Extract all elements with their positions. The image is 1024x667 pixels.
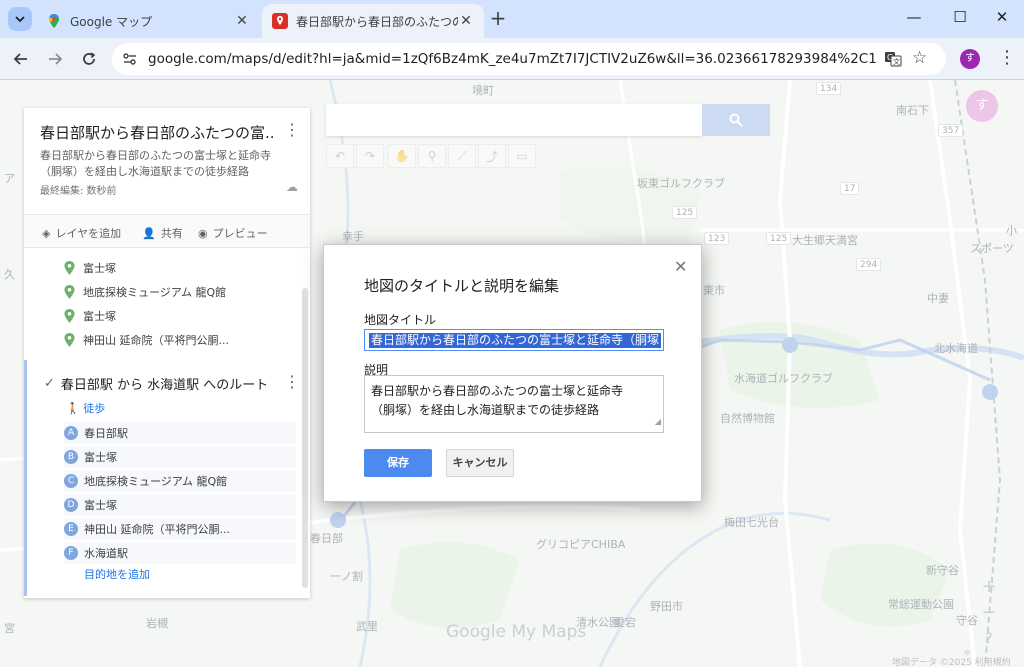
address-bar[interactable]: google.com/maps/d/edit?hl=ja&mid=1zQf6Bz…: [112, 43, 946, 75]
layer-item[interactable]: 神田山 延命院（平将門公胴...: [64, 332, 229, 348]
stop-name: 富士塚: [84, 499, 117, 512]
translate-icon[interactable]: G文: [884, 51, 902, 67]
layer-item[interactable]: 富士塚: [64, 308, 116, 324]
selected-layer-indicator: [24, 360, 27, 596]
google-maps-icon: [49, 14, 59, 28]
share-button[interactable]: 👤 共有: [142, 225, 183, 241]
route-layer-header[interactable]: ✓ 春日部駅 から 水海道駅 へのルート: [44, 374, 268, 393]
my-maps-icon: [272, 13, 288, 29]
close-window-button[interactable]: ✕: [990, 8, 1014, 30]
map-description[interactable]: 春日部駅から春日部のふたつの富士塚と延命寺（胴塚）を経由し水海道駅までの徒歩経路: [40, 148, 290, 180]
resize-handle-icon[interactable]: ◢: [655, 412, 661, 431]
new-tab-button[interactable]: +: [488, 8, 508, 28]
map-title-selected-text: 春日部駅から春日部のふたつの富士塚と延命寺（胴塚: [369, 333, 662, 348]
map-title-label: 地図タイトル: [364, 313, 437, 327]
forward-button[interactable]: [42, 46, 68, 72]
description-line: （胴塚）を経由し水海道駅までの徒歩経路: [371, 403, 600, 417]
route-stop[interactable]: B 富士塚: [64, 446, 296, 468]
travel-mode-label: 徒歩: [83, 402, 106, 415]
stop-letter: A: [64, 426, 78, 440]
tab-my-maps[interactable]: 春日部駅から春日部のふたつの富士 ✕: [262, 4, 484, 38]
route-options-icon[interactable]: ⋮: [284, 372, 300, 391]
eye-icon: ◉: [198, 226, 208, 240]
stop-letter: D: [64, 498, 78, 512]
marker-pin-icon: [64, 261, 75, 275]
cloud-saved-icon: ☁: [286, 180, 298, 194]
reload-button[interactable]: [76, 46, 102, 72]
chevron-down-icon: [15, 15, 25, 22]
browser-menu-icon[interactable]: ⋮: [998, 47, 1016, 69]
preview-button[interactable]: ◉ プレビュー: [198, 225, 268, 241]
panel-scrollbar[interactable]: [302, 288, 308, 588]
tab-title: 春日部駅から春日部のふたつの富士: [296, 14, 458, 29]
stop-letter: E: [64, 522, 78, 536]
cancel-button[interactable]: キャンセル: [446, 449, 514, 477]
map-title-input[interactable]: 春日部駅から春日部のふたつの富士塚と延命寺（胴塚: [364, 329, 664, 351]
tab-search-button[interactable]: [8, 7, 32, 31]
stop-name: 神田山 延命院（平将門公胴...: [84, 523, 230, 536]
layer-item-label: 富士塚: [83, 262, 116, 275]
close-tab-icon[interactable]: ✕: [234, 13, 250, 29]
layer-item[interactable]: 地底探検ミュージアム 龍Q館: [64, 284, 226, 300]
person-add-icon: 👤: [142, 226, 156, 240]
dialog-title: 地図のタイトルと説明を編集: [364, 277, 560, 295]
profile-avatar[interactable]: す: [960, 49, 980, 69]
walking-icon: 🚶: [66, 402, 80, 415]
arrow-left-icon: [13, 53, 27, 65]
tab-strip: Google マップ ✕ 春日部駅から春日部のふたつの富士 ✕ + — ☐ ✕: [0, 0, 1024, 38]
description-textarea[interactable]: 春日部駅から春日部のふたつの富士塚と延命寺 （胴塚）を経由し水海道駅までの徒歩経…: [364, 375, 664, 433]
tab-google-maps[interactable]: Google マップ ✕: [36, 4, 260, 38]
share-label: 共有: [160, 227, 183, 240]
stop-name: 富士塚: [84, 451, 117, 464]
route-stop[interactable]: E 神田山 延命院（平将門公胴...: [64, 518, 296, 540]
preview-label: プレビュー: [212, 227, 268, 240]
map-details-panel: 春日部駅から春日部のふたつの富... ⋮ 春日部駅から春日部のふたつの富士塚と延…: [24, 108, 310, 598]
stop-letter: F: [64, 546, 78, 560]
save-button[interactable]: 保存: [364, 449, 432, 477]
svg-text:文: 文: [893, 57, 900, 66]
tab-title: Google マップ: [70, 14, 153, 29]
stop-name: 春日部駅: [84, 427, 128, 440]
route-stop[interactable]: D 富士塚: [64, 494, 296, 516]
minimize-button[interactable]: —: [902, 8, 926, 30]
back-button[interactable]: [8, 46, 34, 72]
browser-toolbar: google.com/maps/d/edit?hl=ja&mid=1zQf6Bz…: [0, 38, 1024, 80]
marker-pin-icon: [64, 309, 75, 323]
route-stop[interactable]: C 地底探検ミュージアム 龍Q館: [64, 470, 296, 492]
checkbox-check-icon[interactable]: ✓: [44, 376, 55, 391]
stop-letter: B: [64, 450, 78, 464]
marker-pin-icon: [64, 285, 75, 299]
layer-item[interactable]: 富士塚: [64, 260, 116, 276]
route-stop[interactable]: F 水海道駅: [64, 542, 296, 564]
maximize-button[interactable]: ☐: [948, 8, 972, 30]
route-title: 春日部駅 から 水海道駅 へのルート: [60, 378, 269, 393]
layer-item-label: 神田山 延命院（平将門公胴...: [83, 334, 229, 347]
layer-item-label: 富士塚: [83, 310, 116, 323]
layers-icon: ◈: [42, 226, 51, 240]
travel-mode[interactable]: 🚶 徒歩: [66, 400, 105, 416]
panel-actions: ◈ レイヤを追加 👤 共有 ◉ プレビュー: [24, 214, 310, 248]
edit-title-dialog: 地図のタイトルと説明を編集 ✕ 地図タイトル 春日部駅から春日部のふたつの富士塚…: [323, 244, 702, 502]
arrow-right-icon: [49, 53, 63, 65]
close-dialog-icon[interactable]: ✕: [674, 257, 687, 276]
stop-name: 水海道駅: [84, 547, 128, 560]
bookmark-star-icon[interactable]: ☆: [912, 48, 927, 68]
last-edited-text: 最終編集: 数秒前: [40, 186, 117, 197]
url-text[interactable]: google.com/maps/d/edit?hl=ja&mid=1zQf6Bz…: [148, 51, 878, 67]
route-stop[interactable]: A 春日部駅: [64, 422, 296, 444]
site-settings-icon[interactable]: [122, 51, 138, 67]
stop-name: 地底探検ミュージアム 龍Q館: [84, 475, 228, 488]
layer-item-label: 地底探検ミュージアム 龍Q館: [83, 286, 227, 299]
marker-pin-icon: [64, 333, 75, 347]
map-title[interactable]: 春日部駅から春日部のふたつの富...: [40, 122, 276, 143]
add-layer-label: レイヤを追加: [55, 227, 122, 240]
reload-icon: [83, 52, 96, 65]
description-line: 春日部駅から春日部のふたつの富士塚と延命寺: [371, 384, 624, 398]
map-options-icon[interactable]: ⋮: [284, 120, 300, 139]
stop-letter: C: [64, 474, 78, 488]
add-destination-link[interactable]: 目的地を追加: [84, 566, 150, 582]
close-tab-icon[interactable]: ✕: [458, 13, 474, 29]
add-layer-button[interactable]: ◈ レイヤを追加: [42, 225, 121, 241]
